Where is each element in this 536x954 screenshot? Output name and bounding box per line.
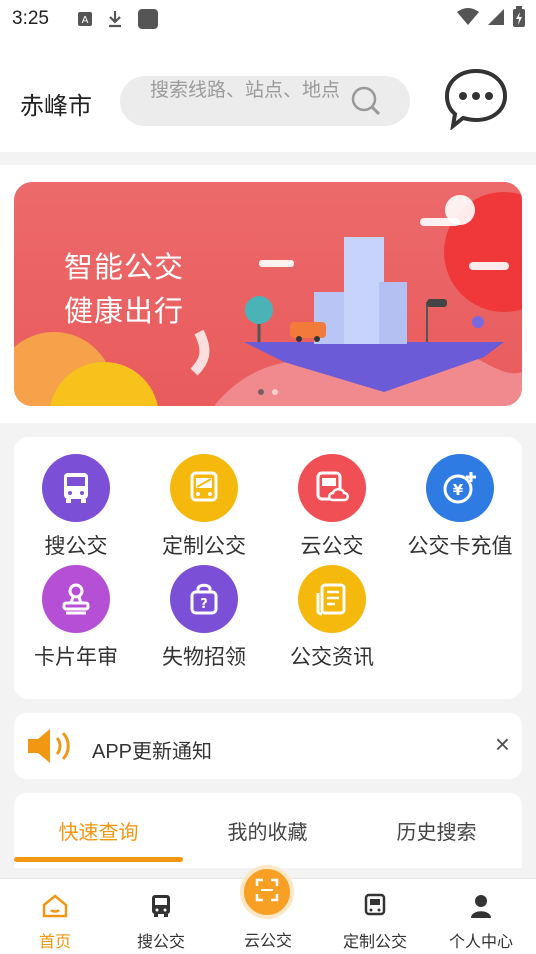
service-lost-found[interactable]: ? 失物招领: [144, 565, 264, 671]
notice-text: APP更新通知: [92, 741, 213, 763]
news-icon: [298, 565, 366, 633]
card-recharge-icon: ¥: [426, 454, 494, 522]
status-time: 3:25: [12, 8, 49, 29]
banner-title-line2: 健康出行: [64, 296, 185, 328]
banner-pagination: [258, 389, 278, 395]
service-bus-news[interactable]: 公交资讯: [272, 565, 392, 671]
promo-banner[interactable]: 智能公交 健康出行: [14, 182, 522, 406]
banner-dot[interactable]: [258, 389, 264, 395]
cloud-bus-icon: [298, 454, 366, 522]
service-card-review[interactable]: 卡片年审: [16, 565, 136, 671]
scan-icon: [255, 878, 279, 907]
svg-text:¥: ¥: [453, 481, 464, 499]
nav-custom-bus[interactable]: 定制公交: [320, 893, 430, 952]
bus-icon: [42, 454, 110, 522]
service-card-recharge[interactable]: ¥ 公交卡充值: [400, 454, 520, 560]
stamp-icon: [42, 565, 110, 633]
custom-bus-icon: [170, 454, 238, 522]
search-icon[interactable]: [350, 85, 382, 122]
service-label: 公交资讯: [290, 646, 374, 669]
close-icon[interactable]: ×: [495, 731, 510, 757]
nav-search-bus[interactable]: 搜公交: [106, 893, 216, 952]
header: 赤峰市 搜索线路、站点、地点: [0, 38, 536, 152]
service-label: 公交卡充值: [407, 535, 513, 558]
font-icon: A: [77, 11, 93, 27]
nav-label: 搜公交: [136, 934, 185, 951]
active-tab-indicator: [14, 857, 183, 862]
service-label: 失物招领: [162, 646, 246, 669]
battery-icon: [512, 6, 526, 33]
bottom-nav: 首页 搜公交 云公交 定制公交 个人中心: [0, 865, 536, 954]
tab-quick-query[interactable]: 快速查询: [14, 816, 183, 845]
signal-icon: [486, 7, 506, 32]
wifi-icon: [456, 7, 480, 32]
bus-icon: [149, 895, 173, 923]
banner-title-line1: 智能公交: [64, 252, 185, 284]
nav-label: 个人中心: [448, 934, 513, 951]
scan-button[interactable]: [240, 865, 294, 919]
banner-dot[interactable]: [272, 389, 278, 395]
bag-icon: ?: [170, 565, 238, 633]
service-cloud-bus[interactable]: 云公交: [272, 454, 392, 560]
tab-history[interactable]: 历史搜索: [352, 816, 521, 845]
custom-bus-icon: [363, 893, 387, 923]
svg-text:?: ?: [200, 597, 208, 612]
nav-profile[interactable]: 个人中心: [426, 893, 536, 952]
nav-label: 云公交: [243, 933, 292, 950]
search-placeholder: 搜索线路、站点、地点: [150, 80, 341, 101]
service-label: 卡片年审: [34, 646, 118, 669]
service-label: 云公交: [300, 535, 364, 558]
service-grid: 搜公交 定制公交 云公交 ¥ 公交卡充值 卡片年审 ? 失物招领 公交资讯: [14, 437, 522, 699]
speaker-icon: [26, 727, 74, 770]
download-icon: [107, 10, 123, 28]
service-label: 定制公交: [162, 535, 246, 558]
city-selector[interactable]: 赤峰市: [20, 86, 92, 121]
service-label: 搜公交: [44, 535, 108, 558]
nav-label: 首页: [38, 934, 71, 951]
query-tabs: 快速查询 我的收藏 历史搜索: [14, 793, 522, 868]
update-notice[interactable]: APP更新通知 ×: [14, 713, 522, 779]
banner-section: 智能公交 健康出行: [0, 165, 536, 423]
app-icon: [137, 8, 159, 30]
service-search-bus[interactable]: 搜公交: [16, 454, 136, 560]
svg-text:A: A: [82, 15, 89, 26]
status-bar: 3:25 A: [0, 0, 536, 38]
nav-home[interactable]: 首页: [0, 893, 110, 952]
search-input[interactable]: 搜索线路、站点、地点: [120, 76, 410, 126]
home-icon: [41, 894, 69, 923]
service-custom-bus[interactable]: 定制公交: [144, 454, 264, 560]
nav-label: 定制公交: [342, 934, 407, 951]
message-icon[interactable]: [443, 68, 509, 135]
person-icon: [469, 895, 493, 923]
tab-favorites[interactable]: 我的收藏: [183, 816, 352, 845]
